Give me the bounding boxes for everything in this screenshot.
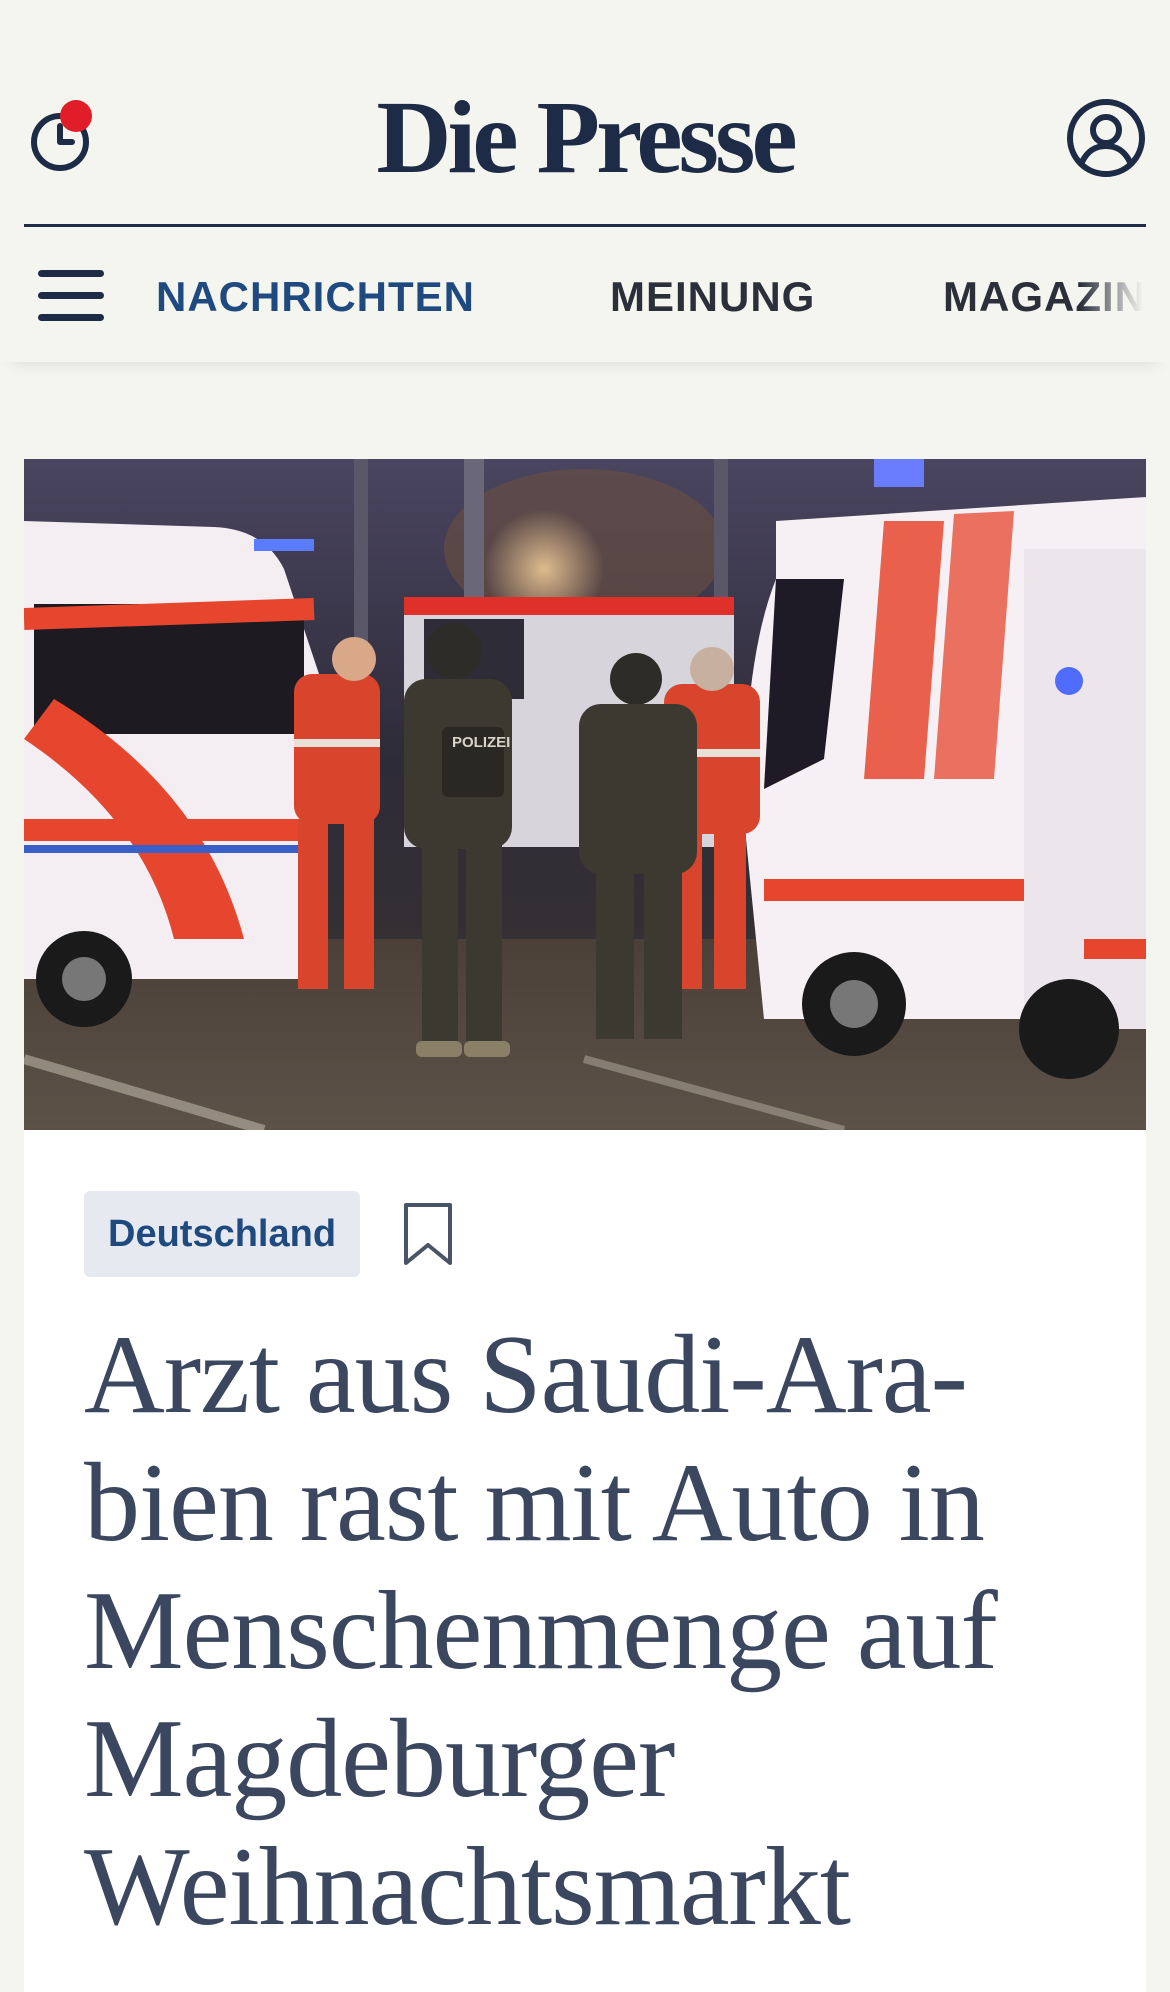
menu-button[interactable] — [38, 268, 106, 324]
bookmark-icon — [404, 1203, 452, 1265]
hero-photo: POLIZEI — [24, 459, 1146, 1130]
article-headline[interactable]: Arzt aus Saudi-Ara­bien rast mit Auto in… — [84, 1311, 1094, 1951]
user-account-icon — [1067, 99, 1145, 177]
header-divider — [24, 224, 1146, 227]
account-button[interactable] — [1066, 98, 1146, 178]
nav-scroll-fade — [1080, 250, 1170, 350]
nav-item-meinung[interactable]: MEINUNG — [610, 272, 815, 322]
category-tag[interactable]: Deutschland — [84, 1191, 361, 1277]
site-logo[interactable]: Die Presse — [0, 78, 1170, 198]
hamburger-menu-icon — [38, 270, 104, 277]
nav-item-nachrichten[interactable]: NACHRICHTEN — [156, 272, 475, 322]
site-header: Die Presse NACHRICHTEN MEINUNG MAGAZIN — [0, 0, 1170, 362]
article-card[interactable]: POLIZEI Deutschland Arzt aus Saudi-Ara­b… — [24, 459, 1146, 1992]
bookmark-button[interactable] — [400, 1201, 456, 1269]
svg-text:POLIZEI: POLIZEI — [452, 734, 510, 751]
article-hero-image[interactable]: POLIZEI — [24, 459, 1146, 1130]
